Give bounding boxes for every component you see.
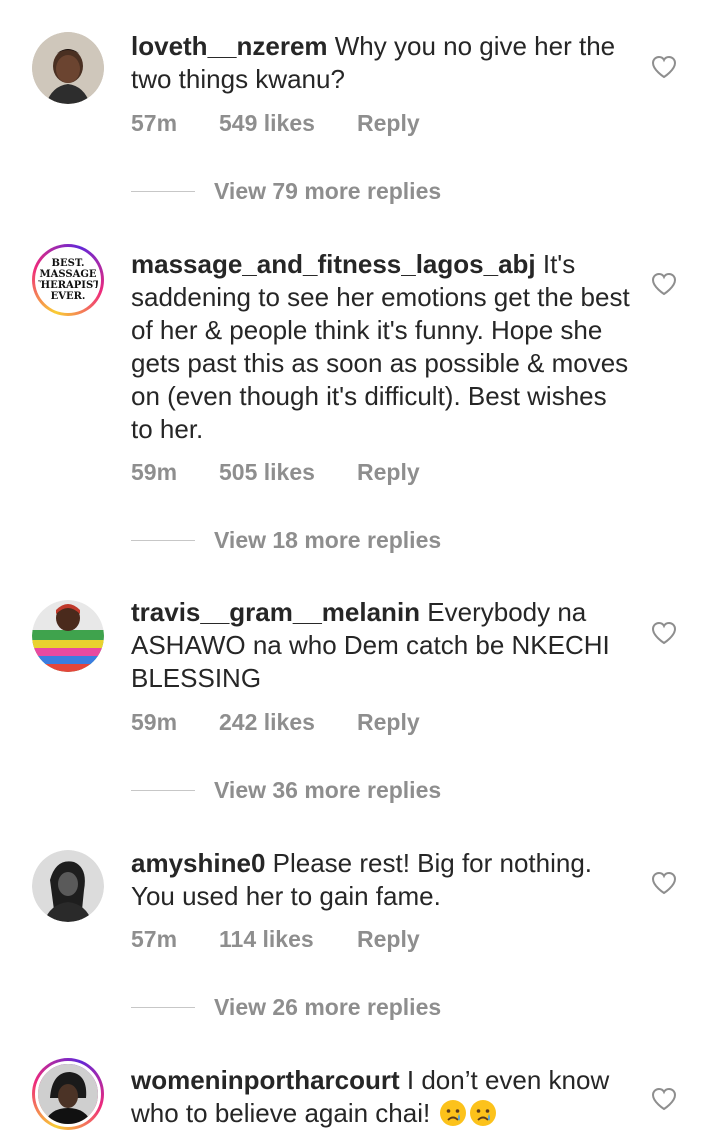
comment-text: massage_and_fitness_lagos_abj It's sadde… — [131, 248, 631, 446]
comment-likes[interactable]: 505 likes — [219, 459, 357, 486]
heart-outline-icon[interactable] — [651, 1087, 677, 1111]
comment-likes[interactable]: 242 likes — [219, 709, 357, 736]
avatar[interactable]: BEST. MASSAGE THERAPIST. EVER. — [32, 244, 104, 316]
comment-username[interactable]: travis__gram__melanin — [131, 597, 420, 627]
view-replies-button[interactable]: View 36 more replies — [131, 777, 441, 804]
comment-meta: 57m 549 likes Reply — [131, 110, 420, 137]
heart-outline-icon[interactable] — [651, 272, 677, 296]
comment-meta: 59m 505 likes Reply — [131, 459, 420, 486]
comment-likes[interactable]: 114 likes — [219, 926, 357, 953]
view-replies-label: View 36 more replies — [214, 777, 442, 803]
comment-time: 57m — [131, 110, 178, 136]
comment-time: 59m — [131, 459, 178, 485]
heart-outline-icon[interactable] — [651, 55, 677, 79]
avatar-photo — [32, 32, 104, 104]
comment-username[interactable]: amyshine0 — [131, 848, 265, 878]
comment-meta: 57m 114 likes Reply — [131, 926, 420, 953]
view-replies-button[interactable]: View 18 more replies — [131, 527, 441, 554]
view-replies-label: View 79 more replies — [214, 178, 442, 204]
avatar[interactable] — [32, 600, 104, 672]
avatar-logo-text: BEST. MASSAGE THERAPIST. EVER. — [35, 258, 101, 302]
avatar[interactable] — [32, 1058, 104, 1130]
avatar-photo — [32, 850, 104, 922]
avatar[interactable] — [32, 850, 104, 922]
comment-text: womeninportharcourt I don’t even know wh… — [131, 1064, 631, 1130]
divider-line — [131, 191, 195, 192]
comment-time: 57m — [131, 926, 178, 952]
avatar[interactable] — [32, 32, 104, 104]
divider-line — [131, 1007, 195, 1008]
comment-text: travis__gram__melanin Everybody na ASHAW… — [131, 596, 631, 695]
heart-outline-icon[interactable] — [651, 621, 677, 645]
comment-username[interactable]: womeninportharcourt — [131, 1065, 400, 1095]
view-replies-label: View 18 more replies — [214, 527, 442, 553]
view-replies-label: View 26 more replies — [214, 994, 442, 1020]
comment-username[interactable]: loveth__nzerem — [131, 31, 328, 61]
divider-line — [131, 540, 195, 541]
comment-likes[interactable]: 549 likes — [219, 110, 357, 137]
crying-face-emoji — [440, 1100, 467, 1126]
divider-line — [131, 790, 195, 791]
avatar-photo — [32, 600, 104, 672]
view-replies-button[interactable]: View 26 more replies — [131, 994, 441, 1021]
avatar-photo — [38, 1064, 98, 1124]
reply-button[interactable]: Reply — [357, 709, 420, 736]
reply-button[interactable]: Reply — [357, 926, 420, 953]
reply-button[interactable]: Reply — [357, 110, 420, 137]
comment-time: 59m — [131, 709, 178, 735]
heart-outline-icon[interactable] — [651, 871, 677, 895]
reply-button[interactable]: Reply — [357, 459, 420, 486]
comment-text: loveth__nzerem Why you no give her the t… — [131, 30, 631, 96]
crying-face-emoji — [470, 1100, 497, 1126]
comment-username[interactable]: massage_and_fitness_lagos_abj — [131, 249, 536, 279]
comment-text: amyshine0 Please rest! Big for nothing. … — [131, 847, 631, 913]
view-replies-button[interactable]: View 79 more replies — [131, 178, 441, 205]
comment-meta: 59m 242 likes Reply — [131, 709, 420, 736]
